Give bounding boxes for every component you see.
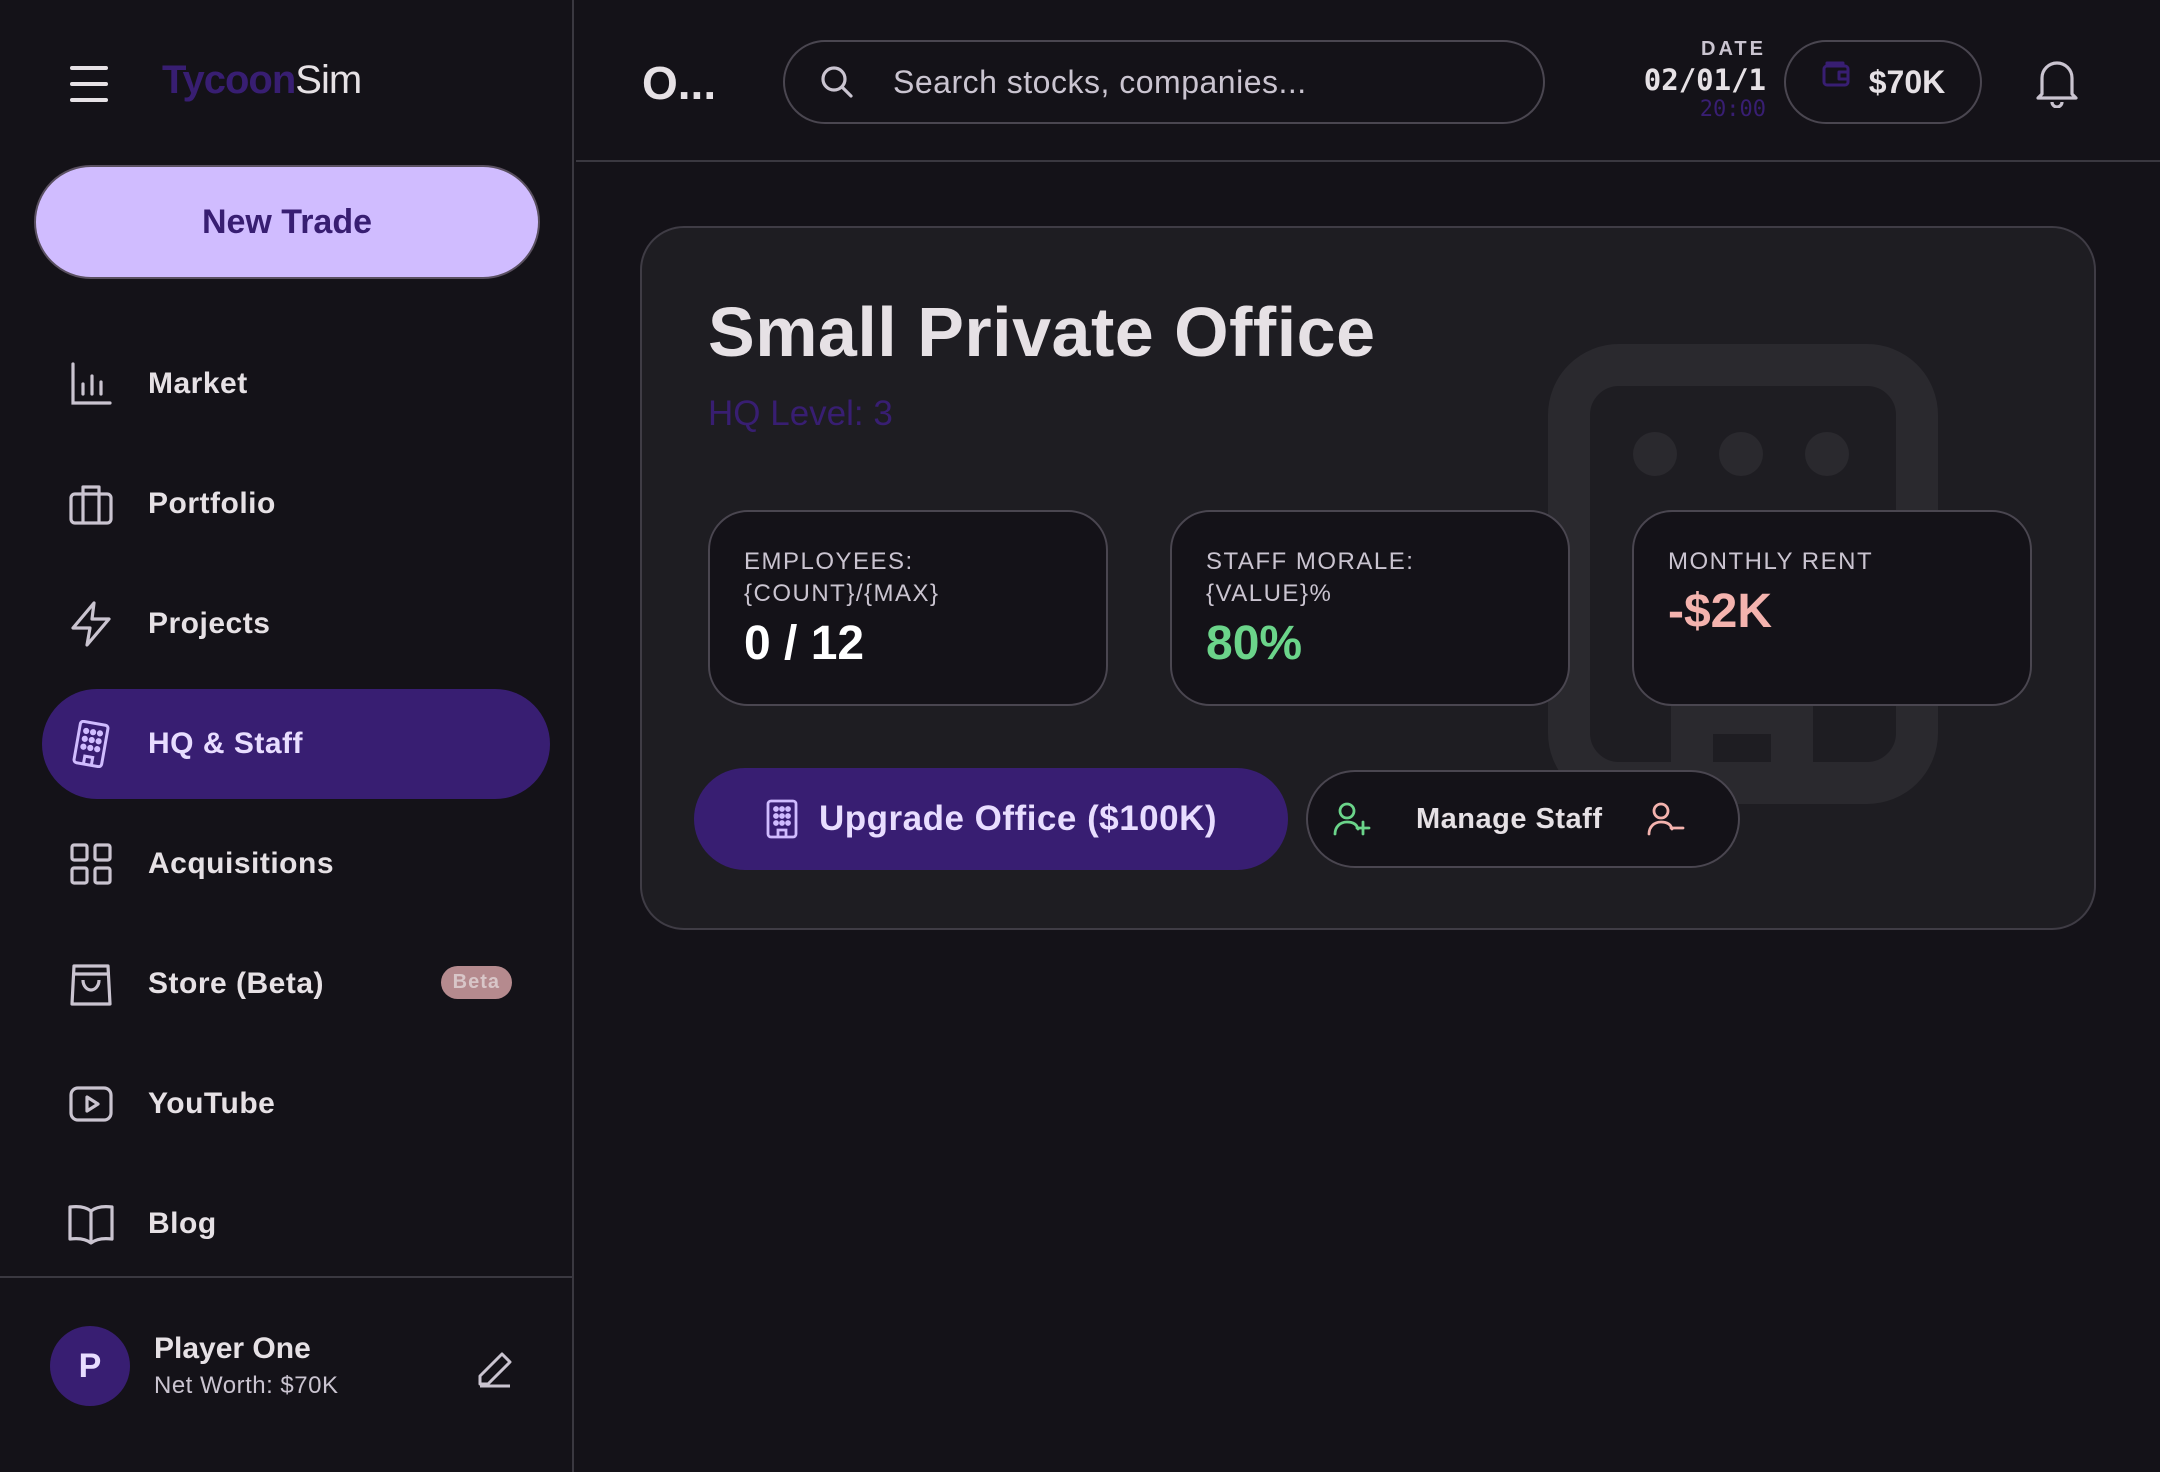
lightning-icon (66, 599, 116, 649)
stat-label: EMPLOYEES: {COUNT}/{MAX} (744, 548, 940, 607)
manage-staff-control: Manage Staff (1306, 770, 1740, 868)
sidebar-item-label: YouTube (148, 1087, 276, 1120)
date-label: DATE (1701, 38, 1766, 60)
edit-profile-button[interactable] (474, 1348, 516, 1390)
time-value: 20:00 (1699, 97, 1766, 122)
avatar[interactable]: P (50, 1326, 130, 1406)
beta-badge: Beta (440, 966, 512, 999)
sidebar-item-label: Acquisitions (148, 847, 335, 880)
user-profile: P Player One Net Worth: $70K (0, 1276, 572, 1472)
sidebar-item-projects[interactable]: Projects (42, 569, 550, 679)
grid-icon (66, 839, 116, 889)
sidebar-item-market[interactable]: Market (42, 329, 550, 439)
fire-staff-button[interactable] (1646, 800, 1686, 838)
sidebar-item-blog[interactable]: Blog (42, 1169, 550, 1279)
bar-chart-icon (66, 359, 116, 409)
building-icon (66, 719, 116, 769)
game-date: DATE 02/01/1 20:00 (1606, 38, 1766, 122)
stat-value: -$2K (1668, 585, 1773, 638)
stat-value: 80% (1206, 617, 1303, 670)
cash-value: $70K (1868, 63, 1946, 100)
bell-icon (2036, 61, 2078, 109)
sidebar: TycoonSim New Trade Market Portfolio Pro… (0, 0, 574, 1472)
net-worth: Net Worth: $70K (154, 1372, 339, 1399)
sidebar-item-label: Market (148, 367, 248, 400)
book-icon (66, 1199, 116, 1249)
user-minus-icon (1648, 802, 1685, 836)
search-input[interactable] (891, 62, 1495, 102)
search-bar[interactable] (783, 40, 1545, 124)
stat-value: 0 / 12 (744, 617, 865, 670)
stat-label: MONTHLY RENT (1668, 548, 1874, 575)
hire-staff-button[interactable] (1332, 800, 1372, 838)
briefcase-icon (66, 479, 116, 529)
office-title: Small Private Office (708, 293, 1376, 371)
play-icon (66, 1079, 116, 1129)
sidebar-item-label: HQ & Staff (148, 727, 303, 760)
sidebar-item-label: Store (Beta) (148, 967, 325, 1000)
office-card: Small Private Office HQ Level: 3 EMPLOYE… (640, 226, 2096, 930)
date-value: 02/01/1 (1643, 63, 1766, 97)
cash-balance-button[interactable]: $70K (1784, 40, 1982, 124)
player-name: Player One (154, 1332, 311, 1365)
sidebar-item-youtube[interactable]: YouTube (42, 1049, 550, 1159)
sidebar-item-label: Portfolio (148, 487, 276, 520)
stat-monthly-rent: MONTHLY RENT -$2K (1632, 510, 2032, 706)
page-title: O... (642, 57, 717, 109)
sidebar-item-portfolio[interactable]: Portfolio (42, 449, 550, 559)
stat-label: STAFF MORALE: {VALUE}% (1206, 548, 1415, 607)
hq-level: HQ Level: 3 (708, 394, 893, 433)
building-icon (766, 799, 798, 839)
user-plus-icon (1333, 802, 1371, 836)
upgrade-office-button[interactable]: Upgrade Office ($100K) (694, 768, 1288, 870)
search-icon (821, 66, 853, 98)
notifications-button[interactable] (2032, 56, 2082, 109)
top-bar: O... DATE 02/01/1 20:00 $70K (576, 0, 2160, 162)
sidebar-item-label: Projects (148, 607, 271, 640)
upgrade-office-label: Upgrade Office ($100K) (818, 799, 1218, 838)
sidebar-item-store[interactable]: Store (Beta) Beta (42, 929, 550, 1039)
sidebar-header: TycoonSim (0, 0, 572, 168)
sidebar-item-hq-staff[interactable]: HQ & Staff (42, 689, 550, 799)
shopping-bag-icon (66, 959, 116, 1009)
manage-staff-label: Manage Staff (1416, 802, 1603, 835)
stat-staff-morale: STAFF MORALE: {VALUE}% 80% (1170, 510, 1570, 706)
wallet-icon (1822, 61, 1850, 87)
pencil-icon (478, 1352, 512, 1388)
stat-employees: EMPLOYEES: {COUNT}/{MAX} 0 / 12 (708, 510, 1108, 706)
app-logo[interactable]: TycoonSim (162, 58, 362, 103)
sidebar-item-acquisitions[interactable]: Acquisitions (42, 809, 550, 919)
menu-icon[interactable] (70, 66, 108, 102)
new-trade-button[interactable]: New Trade (34, 165, 540, 279)
sidebar-item-label: Blog (148, 1207, 217, 1240)
